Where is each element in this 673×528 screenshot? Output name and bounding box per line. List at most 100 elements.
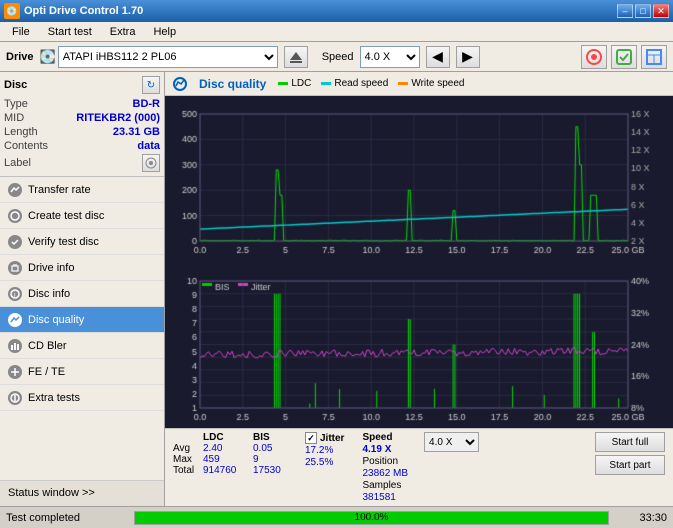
nav-disc-info[interactable]: i Disc info [0,281,164,307]
top-chart [165,96,673,263]
nav-verify-test-disc-label: Verify test disc [28,236,99,248]
main-area: Disc ↻ Type BD-R MID RITEKBR2 (000) Leng… [0,72,673,506]
length-label: Length [4,126,38,138]
transfer-rate-icon [8,183,22,197]
drive-select[interactable]: ATAPI iHBS112 2 PL06 [58,46,278,68]
nav-transfer-rate[interactable]: Transfer rate [0,177,164,203]
speed-section: Speed 4.19 X Position 23862 MB Samples 3… [362,432,408,503]
minimize-button[interactable]: – [617,4,633,18]
nav-fe-te-label: FE / TE [28,366,65,378]
eject-button[interactable] [284,46,308,68]
max-ldc-value: 459 [203,454,253,465]
menu-starttest[interactable]: Start test [40,24,100,40]
jitter-header: ✓ Jitter [305,432,344,444]
ldc-legend-dot [278,82,288,85]
legend-read-speed: Read speed [321,78,388,89]
nav-transfer-rate-label: Transfer rate [28,184,91,196]
nav-fe-te[interactable]: FE / TE [0,359,164,385]
position-label: Position [362,456,408,467]
close-button[interactable]: ✕ [653,4,669,18]
menu-file[interactable]: File [4,24,38,40]
nav-create-test-disc-label: Create test disc [28,210,104,222]
progress-container: 100.0% [134,511,609,525]
action-btn-2[interactable] [611,45,637,69]
nav-create-test-disc[interactable]: Create test disc [0,203,164,229]
stats-table: LDC BIS Avg 2.40 0.05 Max 459 9 Total 91… [173,432,293,476]
bottom-chart [165,263,673,428]
disc-section: Disc ↻ Type BD-R MID RITEKBR2 (000) Leng… [0,72,164,177]
nav-disc-quality-label: Disc quality [28,314,84,326]
start-buttons: Start full Start part [595,432,665,475]
drive-info-icon [8,261,22,275]
nav-disc-info-label: Disc info [28,288,70,300]
jitter-label: Jitter [320,433,344,444]
cd-bler-icon [8,339,22,353]
avg-jitter-value: 17.2% [305,445,344,456]
create-test-disc-icon [8,209,22,223]
menu-help[interactable]: Help [145,24,184,40]
read-speed-legend-dot [321,82,331,85]
menu-extra[interactable]: Extra [102,24,144,40]
type-value: BD-R [133,98,161,110]
charts-container [165,96,673,428]
speed-prev-button[interactable]: ◀ [426,46,450,68]
max-row-label: Max [173,454,203,465]
start-part-button[interactable]: Start part [595,455,665,475]
speed-col-header: Speed [362,432,408,443]
action-btn-3[interactable] [641,45,667,69]
contents-label: Contents [4,140,48,152]
left-panel: Disc ↻ Type BD-R MID RITEKBR2 (000) Leng… [0,72,165,506]
position-value: 23862 MB [362,468,408,479]
speed-select[interactable]: 4.0 X 2.0 X 8.0 X [360,46,420,68]
disc-refresh-button[interactable]: ↻ [142,76,160,94]
nav-disc-quality[interactable]: Disc quality [0,307,164,333]
status-window-label: Status window >> [8,487,95,499]
menu-bar: File Start test Extra Help [0,22,673,42]
write-speed-legend-label: Write speed [411,78,464,89]
verify-test-disc-icon [8,235,22,249]
samples-value: 381581 [362,492,408,503]
total-row-label: Total [173,465,203,476]
speed-select-section: 4.0 X [424,432,479,452]
nav-drive-info[interactable]: Drive info [0,255,164,281]
disc-quality-icon [8,313,22,327]
chart-title: Disc quality [199,77,266,91]
status-text: Test completed [6,512,126,524]
maximize-button[interactable]: □ [635,4,651,18]
read-speed-legend-label: Read speed [334,78,388,89]
speed-next-button[interactable]: ▶ [456,46,480,68]
jitter-checkbox[interactable]: ✓ [305,432,317,444]
time-text: 33:30 [617,512,667,524]
status-window-button[interactable]: Status window >> [0,480,164,506]
nav-verify-test-disc[interactable]: Verify test disc [0,229,164,255]
mid-value: RITEKBR2 (000) [76,112,160,124]
test-speed-select[interactable]: 4.0 X [424,432,479,452]
drive-bar: Drive 💽 ATAPI iHBS112 2 PL06 Speed 4.0 X… [0,42,673,72]
bis-col-header: BIS [253,432,293,443]
nav-cd-bler-label: CD Bler [28,340,67,352]
nav-cd-bler[interactable]: CD Bler [0,333,164,359]
disc-info-icon: i [8,287,22,301]
right-panel: Disc quality LDC Read speed Write speed [165,72,673,506]
disc-label-label: Label [4,157,31,169]
nav-extra-tests-label: Extra tests [28,392,80,404]
app-icon: 💿 [4,3,20,19]
label-icon-button[interactable] [142,154,160,172]
app-title: Opti Drive Control 1.70 [24,5,143,17]
nav-extra-tests[interactable]: Extra tests [0,385,164,411]
jitter-section: ✓ Jitter 17.2% 25.5% [305,432,344,468]
samples-label: Samples [362,480,408,491]
speed-val: 4.19 X [362,444,408,455]
avg-bis-value: 0.05 [253,443,293,454]
stats-bar: LDC BIS Avg 2.40 0.05 Max 459 9 Total 91… [165,428,673,506]
disc-section-title: Disc [4,79,27,91]
max-jitter-value: 25.5% [305,457,344,468]
legend-ldc: LDC [278,78,311,89]
action-btn-1[interactable] [581,45,607,69]
chart-header: Disc quality LDC Read speed Write speed [165,72,673,96]
legend-write-speed: Write speed [398,78,464,89]
chart-icon [173,77,187,91]
write-speed-legend-dot [398,82,408,85]
status-bar: Test completed 100.0% 33:30 [0,506,673,528]
start-full-button[interactable]: Start full [595,432,665,452]
